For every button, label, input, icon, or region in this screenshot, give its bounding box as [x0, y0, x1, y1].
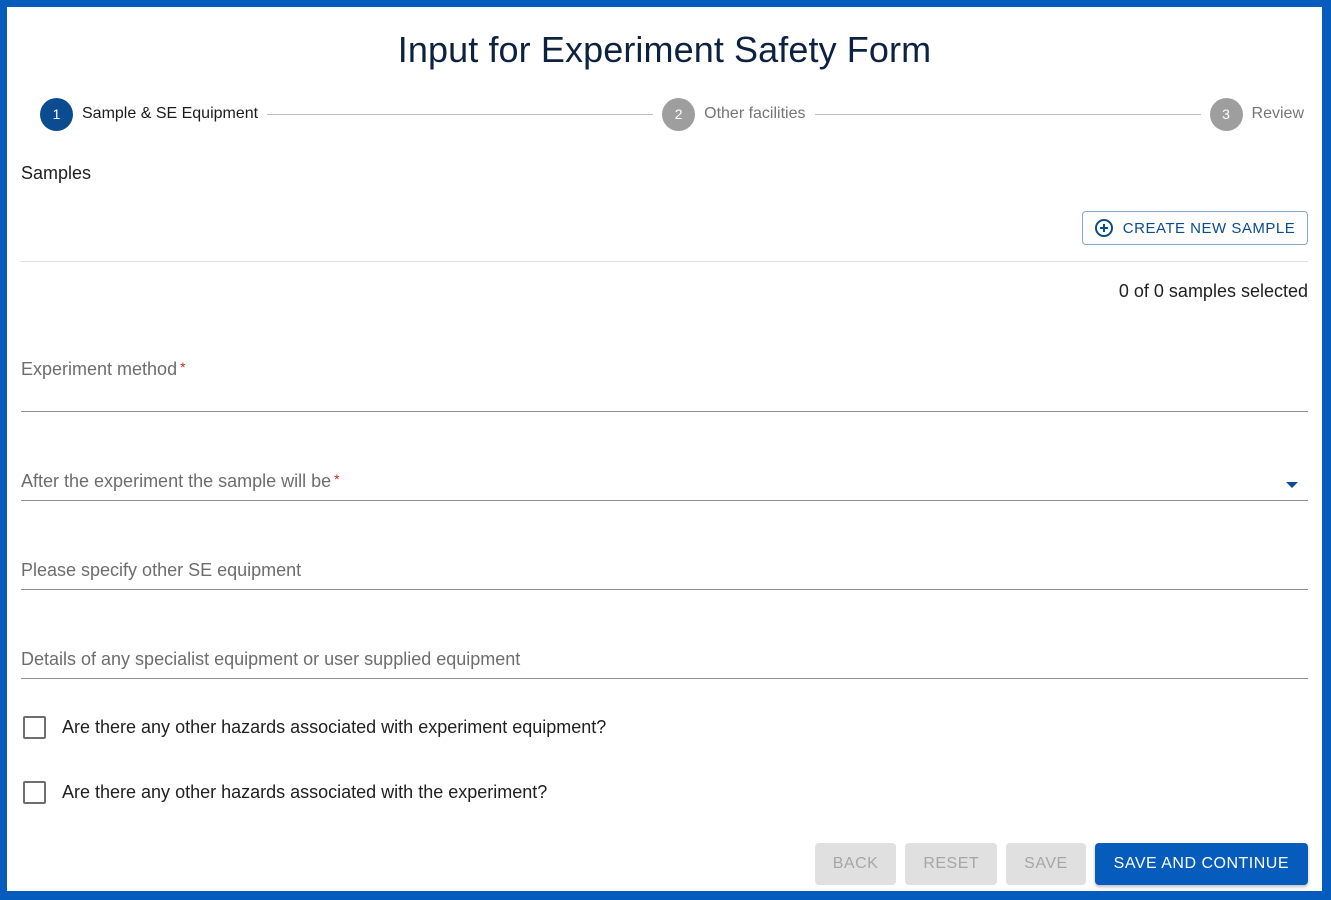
save-and-continue-button[interactable]: SAVE AND CONTINUE: [1094, 843, 1308, 885]
samples-selected-count: 0 of 0 samples selected: [1118, 281, 1308, 301]
equipment-hazards-label: Are there any other hazards associated w…: [62, 717, 607, 737]
sample-after-experiment-label-text: After the experiment the sample will be: [21, 471, 332, 491]
save-button[interactable]: SAVE: [1006, 843, 1086, 885]
sample-after-experiment-select[interactable]: After the experiment the sample will be *: [21, 463, 1308, 501]
step-review[interactable]: 3 Review: [1209, 97, 1304, 131]
required-asterisk: *: [334, 471, 340, 487]
step-connector: [267, 113, 654, 115]
experiment-method-input[interactable]: [21, 381, 1308, 409]
sample-after-experiment-label: After the experiment the sample will be *: [21, 471, 340, 492]
step-number-icon: 1: [40, 97, 73, 131]
step-label: Review: [1251, 105, 1304, 122]
experiment-hazards-checkbox-row[interactable]: Are there any other hazards associated w…: [23, 781, 547, 804]
experiment-method-label-text: Experiment method: [21, 359, 178, 379]
step-other-facilities[interactable]: 2 Other facilities: [662, 97, 806, 131]
experiment-hazards-label: Are there any other hazards associated w…: [62, 782, 548, 802]
step-number-icon: 3: [1209, 97, 1243, 131]
page-title: Input for Experiment Safety Form: [397, 29, 932, 70]
samples-divider: [21, 261, 1308, 262]
other-se-equipment-input[interactable]: [21, 559, 1308, 587]
step-label: Other facilities: [704, 105, 806, 122]
form-actions: BACK RESET SAVE SAVE AND CONTINUE: [814, 843, 1308, 885]
specialist-equipment-field[interactable]: Details of any specialist equipment or u…: [21, 641, 1308, 679]
stepper: 1 Sample & SE Equipment 2 Other faciliti…: [40, 97, 1304, 131]
experiment-method-label: Experiment method *: [21, 359, 186, 380]
experiment-method-field[interactable]: Experiment method *: [21, 347, 1308, 412]
create-new-sample-button[interactable]: CREATE NEW SAMPLE: [1082, 211, 1308, 245]
equipment-hazards-checkbox-row[interactable]: Are there any other hazards associated w…: [23, 716, 606, 739]
create-new-sample-label: CREATE NEW SAMPLE: [1122, 219, 1296, 237]
back-button[interactable]: BACK: [814, 843, 897, 885]
required-asterisk: *: [180, 359, 186, 375]
experiment-hazards-checkbox[interactable]: [23, 781, 46, 804]
other-se-equipment-field[interactable]: Please specify other SE equipment: [21, 552, 1308, 590]
specialist-equipment-input[interactable]: [21, 648, 1308, 676]
add-circle-outline-icon: [1094, 219, 1113, 237]
step-label: Sample & SE Equipment: [82, 105, 259, 122]
step-number-icon: 2: [662, 97, 696, 131]
equipment-hazards-checkbox[interactable]: [23, 716, 46, 739]
step-sample-se-equipment[interactable]: 1 Sample & SE Equipment: [40, 97, 259, 131]
step-connector: [814, 113, 1201, 115]
reset-button[interactable]: RESET: [905, 843, 998, 885]
arrow-drop-down-icon[interactable]: [1286, 482, 1298, 488]
form-container: Input for Experiment Safety Form 1 Sampl…: [7, 7, 1322, 891]
samples-section-label: Samples: [21, 163, 92, 183]
